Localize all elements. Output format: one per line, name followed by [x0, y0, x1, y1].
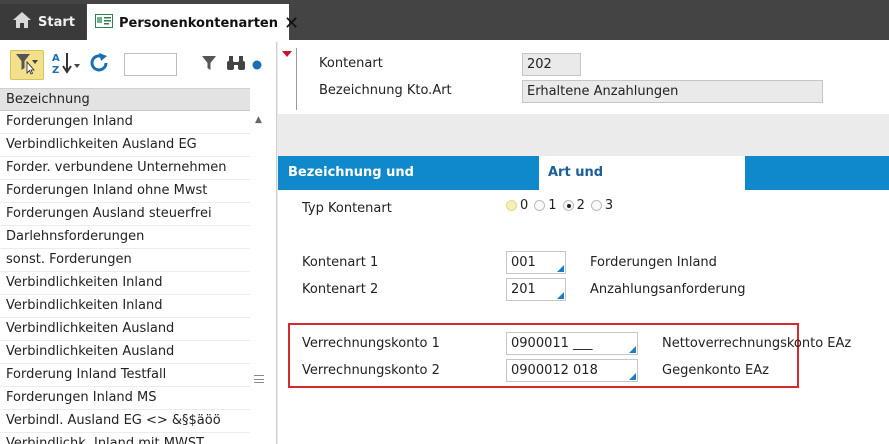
radio-label: 0 — [520, 198, 529, 213]
kontenart1-description: Forderungen Inland — [590, 255, 717, 270]
radio-label: 3 — [604, 198, 614, 213]
tab-start[interactable]: Start — [0, 4, 86, 40]
verrechnung2-label: Verrechnungskonto 2 — [302, 363, 440, 378]
kontenart-label: Kontenart — [319, 56, 383, 71]
list-item[interactable]: sonst. Forderungen — [0, 249, 250, 272]
detail-panel: Kontenart 202 Bezeichnung Kto.Art Erhalt… — [278, 42, 889, 444]
home-icon — [12, 11, 32, 33]
typ-radio-3[interactable]: 3 — [590, 198, 614, 213]
refresh-button[interactable] — [86, 50, 112, 80]
list-item[interactable]: Forderungen Inland — [0, 111, 250, 134]
list-item[interactable]: Forderungen Inland MS — [0, 387, 250, 410]
scroll-grip-icon[interactable] — [254, 375, 264, 383]
list-item[interactable]: Forder. verbundene Unternehmen — [0, 157, 250, 180]
filter-button[interactable] — [10, 50, 44, 80]
detail-tabs: Bezeichnung und Sachkontonummer Art und … — [278, 156, 889, 214]
kontenart-list: Forderungen Inland Verbindlichkeiten Ausl… — [0, 111, 250, 444]
radio-label: 1 — [548, 198, 557, 213]
svg-text:Z: Z — [52, 65, 59, 76]
kontenart2-label: Kontenart 2 — [302, 282, 379, 297]
top-tab-bar: Start Personenkontenarten ✕ — [0, 0, 889, 40]
verrechnung1-field[interactable]: 0900011 ___ — [506, 332, 638, 355]
radio-icon[interactable] — [562, 200, 574, 211]
list-item[interactable]: Verbindlichkeiten Ausland EG — [0, 134, 250, 157]
tab-art-verrechnung[interactable]: Art und Verrechnungskonten — [539, 156, 745, 214]
svg-text:A: A — [52, 53, 60, 64]
verrechnung2-description: Gegenkonto EAz — [662, 363, 769, 378]
detail-content: Typ Kontenart 0 1 2 3 Kontenart 1 001 Fo… — [278, 190, 889, 444]
kontenart1-label: Kontenart 1 — [302, 255, 379, 270]
list-item[interactable]: Verbindlichk. Inland mit MWST — [0, 433, 250, 444]
radio-icon[interactable] — [534, 200, 546, 211]
binoculars-icon — [226, 54, 246, 76]
list-item[interactable]: Darlehnsforderungen — [0, 226, 250, 249]
list-item[interactable]: Verbindlichkeiten Ausland — [0, 318, 250, 341]
status-dot-icon — [250, 50, 264, 80]
kontenart1-field[interactable]: 001 — [506, 251, 566, 274]
refresh-icon — [87, 51, 111, 79]
verrechnung1-description: Nettoverrechnungskonto EAz — [662, 336, 852, 351]
typ-kontenart-radio-group: 0 1 2 3 — [506, 198, 613, 213]
typ-kontenart-label: Typ Kontenart — [302, 201, 392, 216]
filter-icon — [201, 54, 217, 76]
marker-icon — [282, 51, 292, 57]
filter-icon — [14, 51, 40, 79]
list-scrollbar[interactable]: ▲ — [250, 111, 276, 444]
kontenart2-field[interactable]: 201 — [506, 278, 566, 301]
radio-label: 2 — [576, 198, 585, 213]
detail-header: Kontenart 202 Bezeichnung Kto.Art Erhalt… — [278, 42, 889, 114]
list-search-input[interactable] — [124, 53, 177, 76]
tab-start-label: Start — [38, 14, 75, 30]
verrechnung2-field[interactable]: 0900012 018 — [506, 359, 638, 382]
close-icon[interactable]: ✕ — [284, 13, 299, 34]
tab-bezeichnung-sachkonto[interactable]: Bezeichnung und Sachkontonummer — [278, 156, 537, 214]
tab-personenkontenarten-label: Personenkontenarten — [119, 15, 278, 31]
tab-personenkontenarten[interactable]: Personenkontenarten ✕ — [87, 4, 299, 40]
bezeichnung-label: Bezeichnung Kto.Art — [319, 83, 452, 98]
filter-small-button[interactable] — [198, 50, 220, 80]
list-column-header[interactable]: Bezeichnung — [0, 88, 250, 111]
kontenart2-description: Anzahlungsanforderung — [590, 282, 746, 297]
list-item[interactable]: Verbindl. Ausland EG <> &§$äöö — [0, 410, 250, 433]
list-item[interactable]: Verbindlichkeiten Ausland — [0, 341, 250, 364]
bezeichnung-field[interactable]: Erhaltene Anzahlungen — [522, 80, 823, 103]
list-item[interactable]: Verbindlichkeiten Inland — [0, 272, 250, 295]
typ-radio-0[interactable]: 0 — [506, 198, 528, 213]
radio-icon[interactable] — [590, 200, 602, 211]
verrechnung1-label: Verrechnungskonto 1 — [302, 336, 440, 351]
list-item[interactable]: Verbindlichkeiten Inland — [0, 295, 250, 318]
list-toolbar: AZ — [0, 42, 276, 88]
list-item[interactable]: Forderung Inland Testfall — [0, 364, 250, 387]
kontenart-field[interactable]: 202 — [522, 53, 581, 76]
card-icon — [95, 14, 113, 32]
typ-radio-1[interactable]: 1 — [534, 198, 557, 213]
list-item[interactable]: Forderungen Ausland steuerfrei — [0, 203, 250, 226]
scroll-up-icon[interactable]: ▲ — [255, 115, 262, 125]
sort-az-icon: AZ — [51, 50, 81, 80]
list-item[interactable]: Forderungen Inland ohne Mwst — [0, 180, 250, 203]
divider — [296, 48, 297, 110]
radio-icon[interactable] — [506, 200, 517, 211]
sort-button[interactable]: AZ — [50, 50, 82, 80]
left-panel: AZ Bezeichnung Forderungen Inland Verbind… — [0, 42, 277, 444]
typ-radio-2[interactable]: 2 — [562, 198, 585, 213]
search-button[interactable] — [224, 50, 248, 80]
